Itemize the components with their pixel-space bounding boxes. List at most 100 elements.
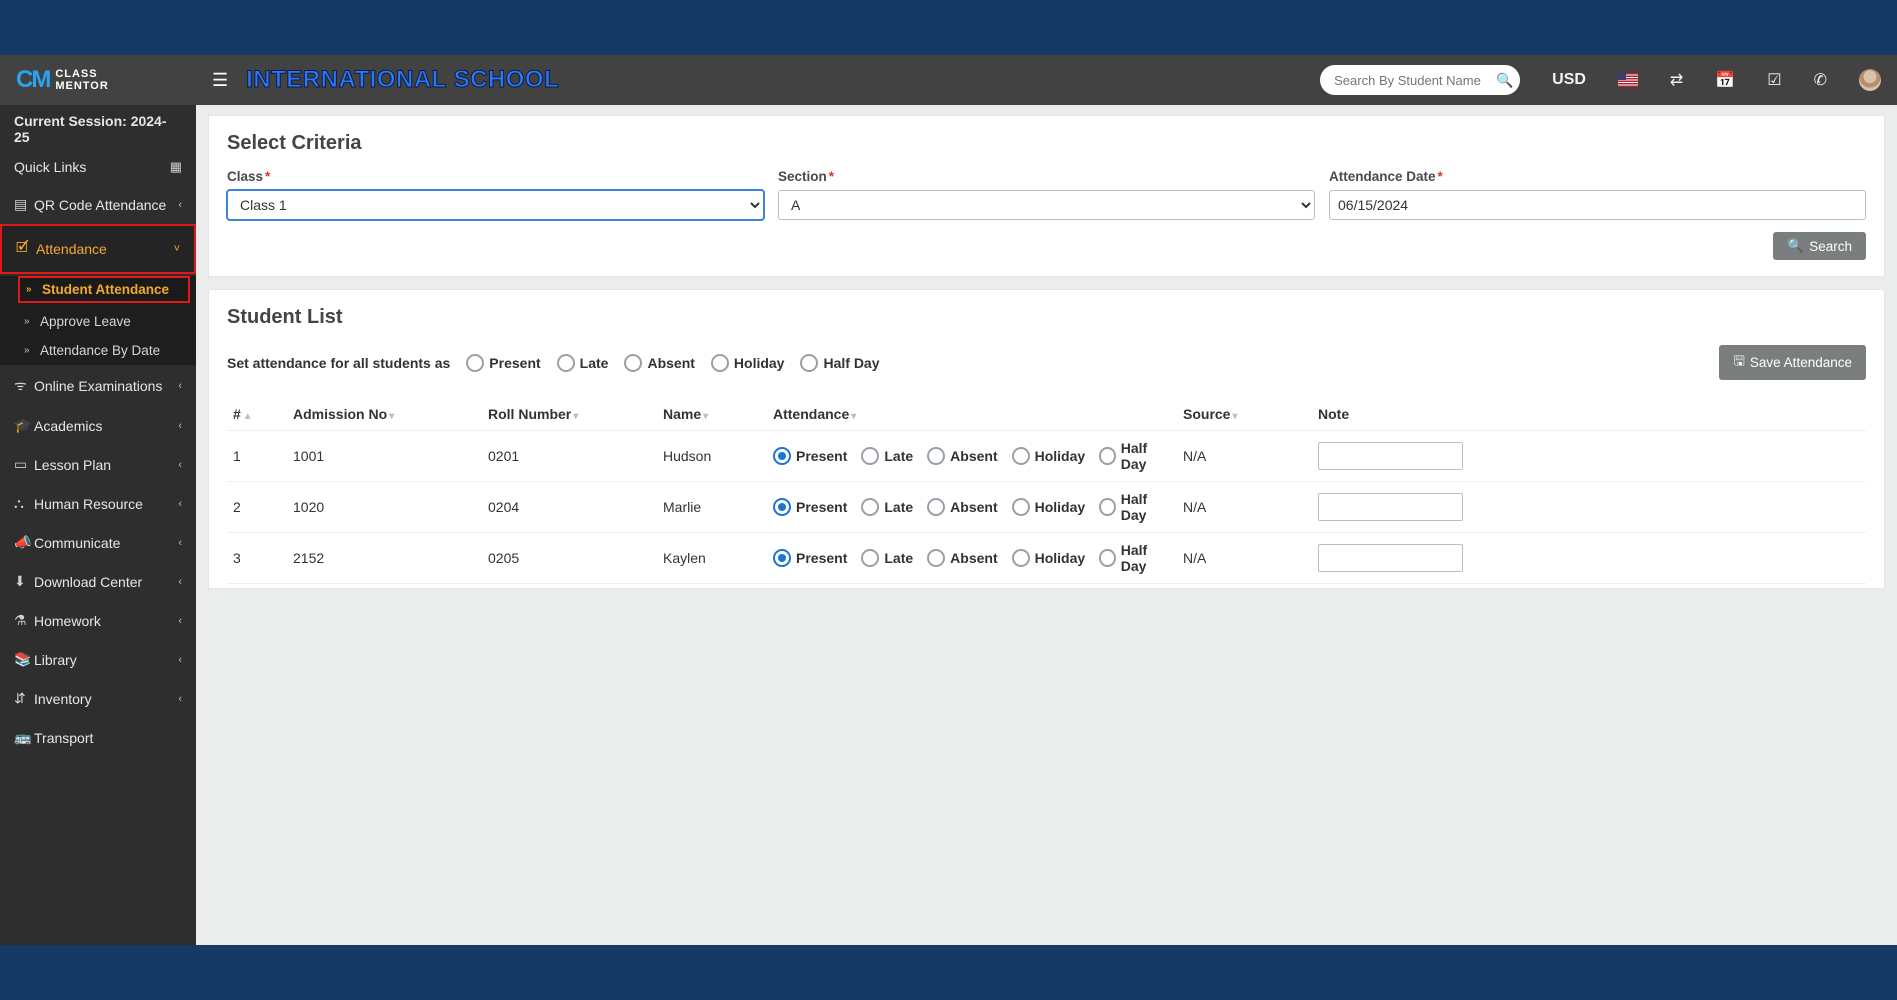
sidebar-item-communicate[interactable]: 📣 Communicate ‹ [0,523,196,562]
quick-links[interactable]: Quick Links ▦ [0,153,196,185]
search-icon[interactable]: 🔍 [1492,67,1518,93]
cell-attendance: Present Late Absent Holiday Half Day [767,482,1177,533]
sidebar-item-academics[interactable]: 🎓 Academics ‹ [0,406,196,445]
col-name[interactable]: Name▾ [657,398,767,431]
cell-note [1312,431,1866,482]
bulk-set-row: Set attendance for all students as Prese… [227,345,1866,380]
grid-icon[interactable]: ▦ [170,159,182,175]
sidebar-item-attendance[interactable]: 🗹 Attendance ˅ [0,224,196,274]
sidebar-item-qr[interactable]: ▤ QR Code Attendance ‹ [0,185,196,224]
note-input[interactable] [1318,442,1463,470]
bulk-halfday[interactable]: Half Day [800,354,879,372]
sidebar-item-online-exams[interactable]: ᯤ Online Examinations ‹ [0,365,196,406]
chevron-left-icon: ‹ [178,615,182,627]
note-input[interactable] [1318,493,1463,521]
sidebar-item-lesson-plan[interactable]: ▭ Lesson Plan ‹ [0,445,196,484]
sitemap-icon: ⛬ [14,495,34,512]
attendance-option[interactable]: Half Day [1099,440,1171,472]
cell-name: Hudson [657,431,767,482]
logo[interactable]: CM CLASS MENTOR [16,66,202,94]
cell-name: Marlie [657,482,767,533]
sidebar-item-library[interactable]: 📚 Library ‹ [0,640,196,679]
submenu-attendance-by-date[interactable]: » Attendance By Date [0,336,196,365]
cell-admission: 2152 [287,533,482,584]
submenu-approve-leave[interactable]: » Approve Leave [0,307,196,336]
attendance-option[interactable]: Holiday [1012,447,1086,465]
topbar: CM CLASS MENTOR ☰ INTERNATIONAL SCHOOL 🔍… [0,55,1897,105]
flask-icon: ⚗ [14,612,34,629]
download-icon: ⬇ [14,573,34,590]
class-select[interactable]: Class 1 [227,190,764,220]
student-search[interactable]: 🔍 [1320,65,1520,95]
attendance-option[interactable]: Present [773,447,847,465]
sidebar-item-homework[interactable]: ⚗ Homework ‹ [0,601,196,640]
attendance-submenu: » Student Attendance » Approve Leave » A… [0,276,196,365]
swap-icon[interactable]: ⇄ [1670,70,1683,90]
col-roll[interactable]: Roll Number▾ [482,398,657,431]
submenu-student-attendance[interactable]: » Student Attendance [18,276,190,303]
attendance-option[interactable]: Holiday [1012,549,1086,567]
cell-note [1312,533,1866,584]
attendance-option[interactable]: Present [773,498,847,516]
table-row: 321520205KaylenPresentLateAbsentHolidayH… [227,533,1866,584]
attendance-option[interactable]: Present [773,549,847,567]
section-label: Section* [778,169,1315,184]
col-index[interactable]: #▲ [227,398,287,431]
attendance-option[interactable]: Half Day [1099,491,1171,523]
bulk-absent[interactable]: Absent [624,354,694,372]
attendance-option[interactable]: Holiday [1012,498,1086,516]
cell-source: N/A [1177,482,1312,533]
menu-toggle-icon[interactable]: ☰ [212,70,228,91]
search-button[interactable]: 🔍 Search [1773,232,1866,260]
attendance-option[interactable]: Late [861,447,913,465]
student-table: #▲ Admission No▾ Roll Number▾ Name▾ Atte… [227,398,1866,584]
chevron-left-icon: ‹ [178,498,182,510]
chevron-left-icon: ‹ [178,199,182,211]
date-label: Attendance Date* [1329,169,1866,184]
section-select[interactable]: A [778,190,1315,220]
bus-icon: 🚌 [14,729,34,746]
search-icon: 🔍 [1787,238,1804,254]
date-input[interactable] [1329,190,1866,220]
attendance-option[interactable]: Absent [927,447,997,465]
search-input[interactable] [1320,67,1520,94]
logo-mark: CM [16,66,49,94]
note-input[interactable] [1318,544,1463,572]
criteria-title: Select Criteria [227,132,1866,155]
table-row: 110010201HudsonPresentLateAbsentHolidayH… [227,431,1866,482]
whatsapp-icon[interactable]: ✆ [1814,70,1827,90]
cell-index: 1 [227,431,287,482]
col-admission[interactable]: Admission No▾ [287,398,482,431]
col-attendance[interactable]: Attendance▾ [767,398,1177,431]
double-chevron-icon: » [26,284,42,295]
attendance-option[interactable]: Half Day [1099,542,1171,574]
attendance-option[interactable]: Absent [927,498,997,516]
bulk-late[interactable]: Late [557,354,609,372]
save-attendance-button[interactable]: 🖫 Save Attendance [1719,345,1866,380]
calendar-icon[interactable]: 📅 [1715,70,1735,90]
graduation-icon: 🎓 [14,417,34,434]
attendance-option[interactable]: Absent [927,549,997,567]
sidebar-item-transport[interactable]: 🚌 Transport [0,718,196,757]
bullhorn-icon: 📣 [14,534,34,551]
sidebar: Current Session: 2024-25 Quick Links ▦ ▤… [0,105,196,945]
cell-attendance: Present Late Absent Holiday Half Day [767,431,1177,482]
chevron-left-icon: ‹ [178,459,182,471]
chevron-left-icon: ‹ [178,693,182,705]
flag-icon[interactable] [1618,73,1638,87]
attendance-option[interactable]: Late [861,498,913,516]
col-source[interactable]: Source▾ [1177,398,1312,431]
avatar[interactable] [1859,69,1881,91]
book-icon: 📚 [14,651,34,668]
tasks-icon[interactable]: ☑ [1767,70,1781,90]
bulk-holiday[interactable]: Holiday [711,354,785,372]
bulk-present[interactable]: Present [466,354,540,372]
attendance-option[interactable]: Late [861,549,913,567]
sidebar-item-hr[interactable]: ⛬ Human Resource ‹ [0,484,196,523]
sidebar-item-inventory[interactable]: ⇵ Inventory ‹ [0,679,196,718]
class-label: Class* [227,169,764,184]
currency-label[interactable]: USD [1552,71,1586,89]
section-field: Section* A [778,169,1315,220]
chevron-left-icon: ‹ [178,654,182,666]
sidebar-item-download-center[interactable]: ⬇ Download Center ‹ [0,562,196,601]
